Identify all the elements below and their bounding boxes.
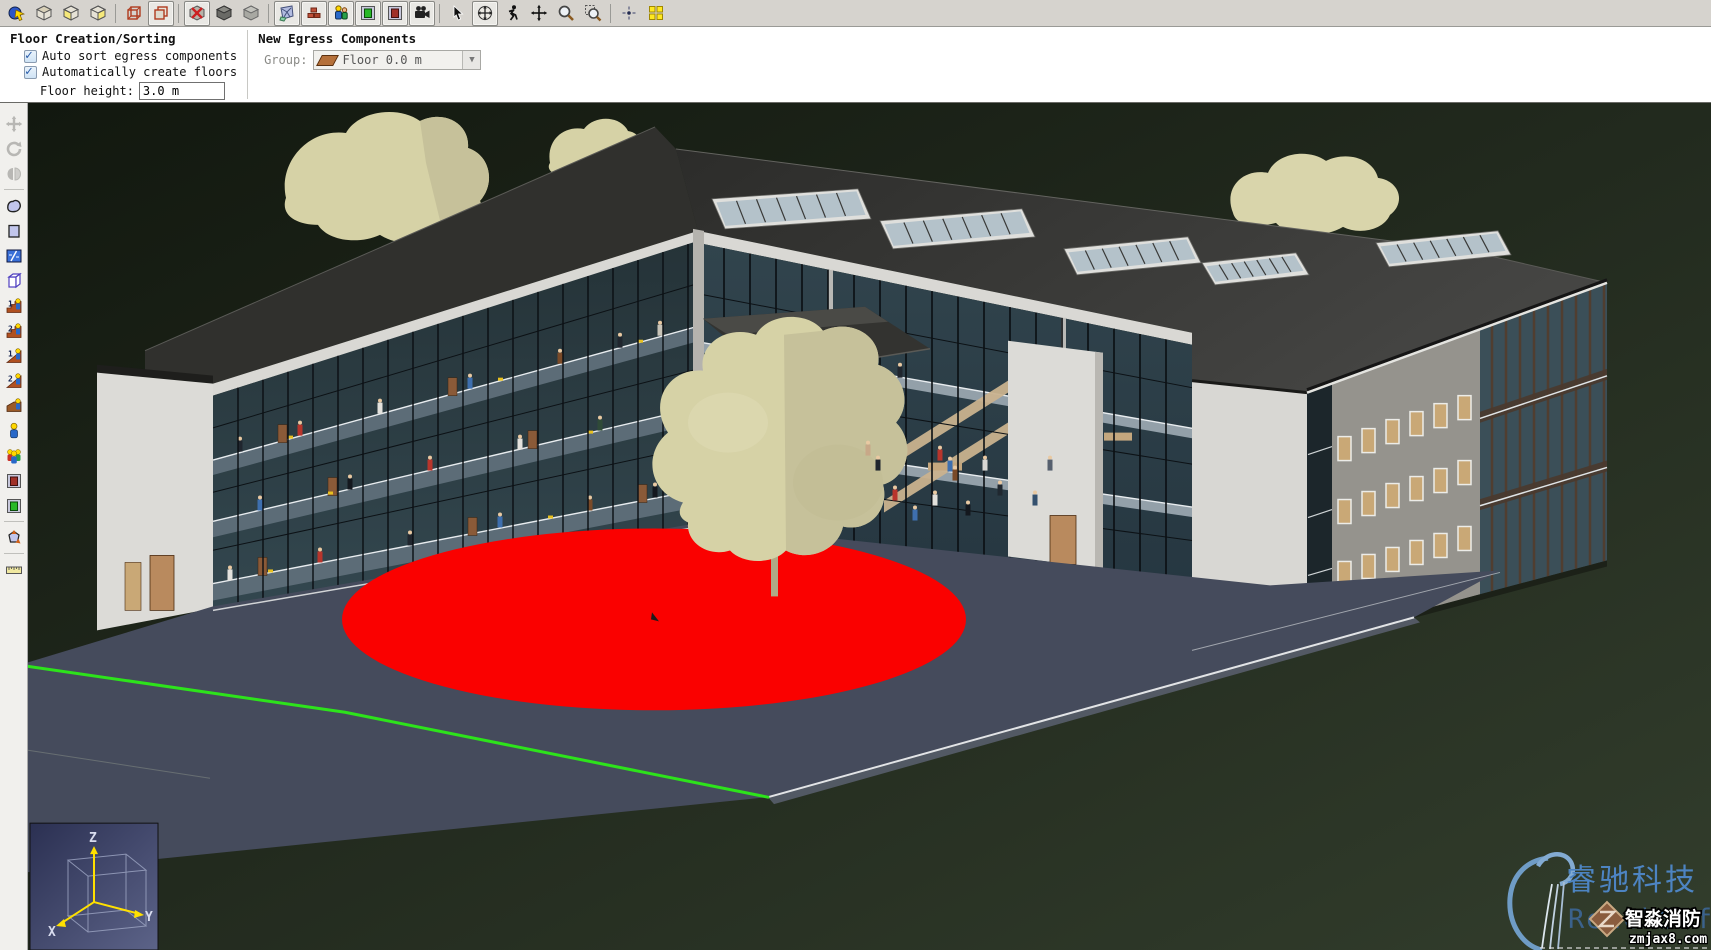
main-toolbar [0,0,1711,27]
copy-objects-tool[interactable] [1,161,27,186]
group-dropdown[interactable]: Floor 0.0 m ▼ [313,50,481,70]
viewport-3d[interactable]: Z Y X 睿驰科技 ReachSoft [28,103,1711,950]
show-doors-button[interactable] [382,1,408,26]
door-tool[interactable] [1,468,27,493]
auto-create-floors-checkbox[interactable] [24,66,37,79]
toolbar-separator [268,4,269,23]
obstruction-tool[interactable] [1,268,27,293]
show-gray-button[interactable] [238,1,264,26]
floor-height-input[interactable] [139,82,225,100]
show-geometry-button[interactable] [274,1,300,26]
zoom-box-tool-button[interactable] [580,1,606,26]
badge-cn-text: 智淼消防 [1625,907,1701,930]
polygon-room-tool[interactable] [1,193,27,218]
group-label: Group: [264,53,307,67]
brand-cn-text: 睿驰科技 [1566,863,1698,898]
stairs-two-way-tool[interactable]: 2 [1,318,27,343]
escalator-tool[interactable] [1,393,27,418]
exit-door-tool[interactable] [1,493,27,518]
rotate-objects-tool[interactable] [1,136,27,161]
sidebar-separator [4,189,24,190]
show-exits-button[interactable] [355,1,381,26]
orbit-tool-button[interactable] [472,1,498,26]
axis-z-label: Z [89,831,97,846]
thin-wall-tool[interactable] [1,243,27,268]
zoom-tool-button[interactable] [553,1,579,26]
toggle-grid-button[interactable] [643,1,669,26]
wireframe-view-button[interactable] [121,1,147,26]
add-occupant-tool[interactable] [1,418,27,443]
view-front-button[interactable] [58,1,84,26]
measure-tool[interactable] [1,557,27,582]
solid-view-button[interactable] [148,1,174,26]
stair-core-block [1008,341,1103,569]
ramp-two-way-tool[interactable]: 2 [1,368,27,393]
svg-text:2: 2 [8,324,13,333]
rectangle-room-tool[interactable] [1,218,27,243]
floor-height-label: Floor height: [40,84,134,98]
tools-sidebar: 1 2 1 2 [0,103,28,950]
toolbar-separator [439,4,440,23]
stairs-one-way-tool[interactable]: 1 [1,293,27,318]
sidebar-separator [4,553,24,554]
options-panel-strip: Floor Creation/Sorting Auto sort egress … [0,27,1711,103]
move-objects-tool[interactable] [1,111,27,136]
floor-icon [317,55,340,66]
show-obstacles-button[interactable] [301,1,327,26]
svg-text:1: 1 [8,299,13,308]
auto-sort-label: Auto sort egress components [42,49,237,63]
left-end-wall [97,365,213,631]
new-egress-panel: New Egress Components Group: Floor 0.0 m… [248,27,491,102]
edit-polygon-tool[interactable] [1,525,27,550]
navigate-mode-button[interactable] [4,1,30,26]
auto-sort-checkbox[interactable] [24,50,37,63]
toolbar-separator [178,4,179,23]
add-occupant-group-tool[interactable] [1,443,27,468]
main-area: 1 2 1 2 [0,103,1711,950]
view-side-button[interactable] [85,1,111,26]
walk-tool-button[interactable] [499,1,525,26]
hide-objects-button[interactable] [184,1,210,26]
badge-domain-text: zmjax8.com [1629,932,1707,947]
toolbar-separator [610,4,611,23]
group-value: Floor 0.0 m [342,53,462,67]
assembly-area-circle[interactable] [342,528,966,710]
reset-camera-button[interactable] [616,1,642,26]
svg-text:2: 2 [8,374,13,383]
sidebar-separator [4,521,24,522]
axis-x-label: X [48,925,56,940]
show-occupants-button[interactable] [328,1,354,26]
axis-y-label: Y [145,910,153,925]
show-dark-button[interactable] [211,1,237,26]
chevron-down-icon: ▼ [462,51,480,69]
toolbar-separator [115,4,116,23]
application-window: Floor Creation/Sorting Auto sort egress … [0,0,1711,950]
view-top-button[interactable] [31,1,57,26]
select-tool-button[interactable] [445,1,471,26]
floor-creation-panel: Floor Creation/Sorting Auto sort egress … [0,27,247,102]
ramp-one-way-tool[interactable]: 1 [1,343,27,368]
axis-gizmo: Z Y X [30,823,158,950]
floor-creation-title: Floor Creation/Sorting [10,31,237,46]
auto-create-floors-label: Automatically create floors [42,65,237,79]
show-cameras-button[interactable] [409,1,435,26]
new-egress-title: New Egress Components [258,31,481,46]
pan-tool-button[interactable] [526,1,552,26]
svg-text:1: 1 [8,349,13,358]
